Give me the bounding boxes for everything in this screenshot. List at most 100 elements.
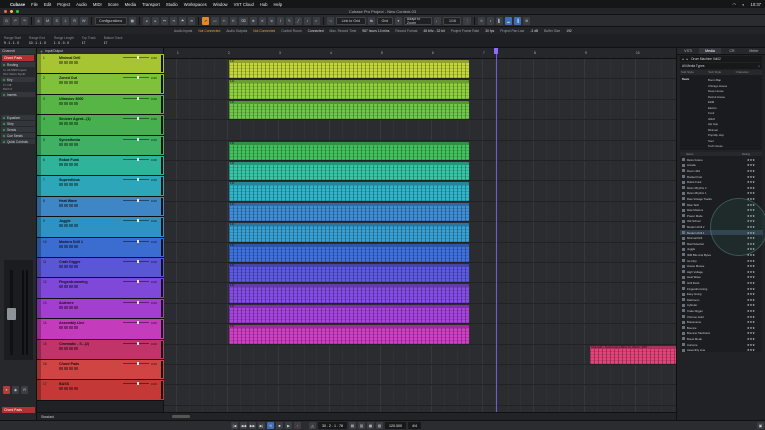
inspector-section-quick-controls[interactable]: Quick Controls xyxy=(1,139,35,144)
rating-stars[interactable]: ★★★ xyxy=(747,169,755,173)
horizontal-scrollbar[interactable] xyxy=(164,412,676,420)
track-volume-value[interactable]: 0.00 xyxy=(151,97,157,101)
marker-nav-icon[interactable]: ▤ xyxy=(348,422,356,429)
info-field[interactable]: Range Start 9 . 1 . 1 . 0 xyxy=(4,34,21,47)
inspector-read-button[interactable]: R xyxy=(21,386,29,394)
midi-event[interactable]: 1 D xyxy=(229,284,469,303)
track-volume-handle[interactable] xyxy=(137,321,139,325)
track-monitor-button[interactable] xyxy=(74,305,78,309)
rating-stars[interactable]: ★★★ xyxy=(747,158,755,162)
rating-stars[interactable]: ★★★ xyxy=(747,270,755,274)
rating-stars[interactable]: ★★★ xyxy=(747,287,755,291)
glue-tool-icon[interactable]: ⊓ xyxy=(229,16,237,25)
track-volume-handle[interactable] xyxy=(137,300,139,304)
track-row[interactable]: 9 Juggle 0.00 xyxy=(37,217,164,238)
project-cursor[interactable] xyxy=(494,48,498,412)
midi-event[interactable]: 1 D xyxy=(229,141,469,160)
add-track-icon[interactable]: ＋ xyxy=(40,49,43,54)
track-volume-handle[interactable] xyxy=(137,280,139,284)
track-name[interactable]: Chord Pads xyxy=(59,362,79,366)
grid-type-dropdown[interactable]: Grid xyxy=(376,16,393,25)
menu-item-window[interactable]: Window xyxy=(213,2,228,7)
toolbar-write-button[interactable]: W xyxy=(80,16,88,25)
track-monitor-button[interactable] xyxy=(74,142,78,146)
track-volume-slider[interactable] xyxy=(123,383,149,385)
filter-item[interactable]: Minimal xyxy=(708,128,718,132)
track-record-button[interactable] xyxy=(69,285,73,289)
track-solo-button[interactable] xyxy=(64,101,68,105)
menu-item-media[interactable]: Media xyxy=(125,2,136,7)
position-display[interactable]: 30 . 2 . 1 . 78 xyxy=(318,422,347,429)
track-name[interactable]: Heat Wave xyxy=(59,199,77,203)
track-solo-button[interactable] xyxy=(64,285,68,289)
wifi-icon[interactable]: ◠ xyxy=(733,2,737,7)
line-tool-icon[interactable]: ╱ xyxy=(294,16,302,25)
inspector-section-equalizer[interactable]: Equalizer xyxy=(1,115,35,120)
rating-stars[interactable]: ★★★ xyxy=(747,292,755,296)
menu-item-edit[interactable]: Edit xyxy=(44,2,51,7)
track-name[interactable]: Crate Digger xyxy=(59,260,81,264)
track-row[interactable]: 14 Assembly Line 0.00 xyxy=(37,319,164,340)
media-path-bar[interactable]: ◂ ▸ Drum Machine Vol02 xyxy=(680,56,762,62)
media-type-filter[interactable]: All Media Types ⌕ xyxy=(680,63,762,69)
status-value[interactable]: -3 dB xyxy=(530,29,538,33)
track-record-button[interactable] xyxy=(69,163,73,166)
rating-stars[interactable]: ★★★ xyxy=(747,309,755,313)
track-solo-button[interactable] xyxy=(64,163,68,166)
track-mute-button[interactable] xyxy=(59,203,63,207)
track-solo-button[interactable] xyxy=(64,61,68,64)
track-monitor-button[interactable] xyxy=(74,326,78,330)
track-name[interactable]: Aurivere xyxy=(59,301,74,305)
stop-button[interactable]: ■ xyxy=(276,422,283,429)
track-record-button[interactable] xyxy=(69,367,73,370)
object-selection-tool-icon[interactable]: ➚ xyxy=(202,16,210,25)
track-monitor-button[interactable] xyxy=(74,61,78,64)
zoom-tool-icon[interactable]: ⊕ xyxy=(249,16,257,25)
track-row[interactable]: 6 Robot Funk 0.00 xyxy=(37,156,164,177)
info-field[interactable]: Top Track 17 xyxy=(82,34,96,47)
color-tool-icon[interactable]: ◐ xyxy=(312,16,320,25)
status-value[interactable]: 192 xyxy=(566,29,572,33)
zone-toggle-icon[interactable]: ▣ xyxy=(757,422,764,429)
track-mute-button[interactable] xyxy=(59,244,63,248)
track-row[interactable]: 1 Minimal Drill 0.00 xyxy=(37,54,164,75)
track-volume-handle[interactable] xyxy=(137,96,139,100)
track-volume-slider[interactable] xyxy=(123,342,149,344)
track-mute-button[interactable] xyxy=(59,224,63,228)
toolbar-read-button[interactable]: R xyxy=(71,16,79,25)
track-volume-handle[interactable] xyxy=(137,137,139,141)
track-mute-button[interactable] xyxy=(59,305,63,309)
track-row[interactable]: 4 Sinister Agent...(1) 0.00 xyxy=(37,115,164,136)
rating-stars[interactable]: ★★★ xyxy=(747,275,755,279)
track-volume-slider[interactable] xyxy=(123,179,149,181)
filter-item[interactable]: Deep House xyxy=(708,89,724,93)
track-volume-value[interactable]: 0.00 xyxy=(151,219,157,223)
track-lane[interactable] xyxy=(164,385,676,406)
filter-item[interactable]: Funk xyxy=(708,111,714,115)
track-volume-value[interactable]: 0.00 xyxy=(151,342,157,346)
menu-item-workspaces[interactable]: Workspaces xyxy=(184,2,207,7)
color-menu-icon[interactable]: ▪ xyxy=(487,16,495,25)
info-field[interactable]: Bottom Track 17 xyxy=(104,34,123,47)
menu-app-name[interactable]: Cubase xyxy=(10,2,25,7)
rating-stars[interactable]: ★★★ xyxy=(747,298,755,302)
track-row[interactable]: 5 Synesthesia 0.00 xyxy=(37,135,164,156)
erase-tool-icon[interactable]: ⌫ xyxy=(238,16,248,25)
track-volume-slider[interactable] xyxy=(123,77,149,79)
track-name[interactable]: Superstious xyxy=(59,178,80,182)
iterative-quantize-icon[interactable]: ⋮ xyxy=(463,16,472,25)
info-field[interactable]: Range Length 1 . 0 . 0 . 0 xyxy=(54,34,74,47)
track-monitor-button[interactable] xyxy=(74,163,78,166)
rating-stars[interactable]: ★★★ xyxy=(747,264,755,268)
track-record-button[interactable] xyxy=(69,142,73,146)
nudge-right-button[interactable]: ▸ xyxy=(151,16,159,25)
rating-stars[interactable]: ★★★ xyxy=(747,331,755,335)
status-value[interactable]: Connected xyxy=(308,29,324,33)
forward-icon[interactable]: ▸ xyxy=(687,57,689,61)
track-volume-slider[interactable] xyxy=(123,199,149,201)
track-solo-button[interactable] xyxy=(64,387,68,391)
track-mute-button[interactable] xyxy=(59,183,63,187)
track-volume-slider[interactable] xyxy=(123,118,149,120)
menu-item-file[interactable]: File xyxy=(31,2,38,7)
rating-stars[interactable]: ★★★ xyxy=(747,175,755,179)
